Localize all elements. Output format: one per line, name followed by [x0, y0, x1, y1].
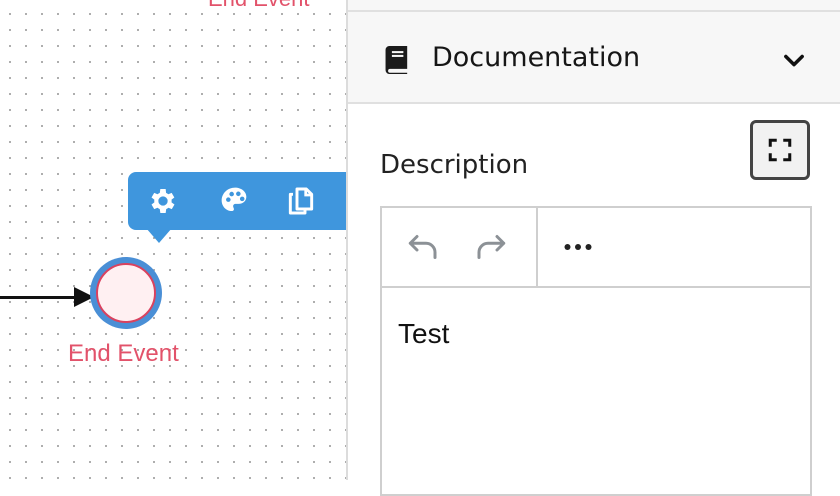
- copy-button[interactable]: [280, 180, 322, 222]
- gear-icon: [151, 189, 175, 213]
- description-text[interactable]: Test: [398, 318, 449, 350]
- end-event-selected[interactable]: [90, 257, 162, 329]
- redo-icon: [477, 235, 506, 259]
- chevron-down-icon[interactable]: [780, 46, 808, 74]
- redo-button[interactable]: [470, 226, 512, 268]
- diagram-canvas[interactable]: End Event End Event: [0, 0, 346, 480]
- context-toolbar: [128, 172, 346, 230]
- end-event-label[interactable]: End Event: [68, 340, 179, 368]
- undo-button[interactable]: [402, 226, 444, 268]
- book-icon: [385, 46, 408, 74]
- documentation-group-header[interactable]: Documentation: [348, 12, 840, 104]
- more-button[interactable]: [557, 226, 599, 268]
- expand-icon: [768, 138, 792, 162]
- more-icon: [564, 244, 592, 250]
- open-popup-button[interactable]: [750, 120, 810, 180]
- undo-icon: [408, 235, 437, 259]
- editor-toolbar: [382, 208, 810, 288]
- copy-icon: [288, 187, 314, 215]
- sequence-flow[interactable]: [0, 296, 80, 299]
- element-label: End Event: [208, 0, 310, 12]
- end-event-shape[interactable]: [96, 263, 156, 323]
- palette-icon: [221, 187, 247, 211]
- settings-button[interactable]: [142, 180, 184, 222]
- group-title: Documentation: [432, 42, 641, 73]
- description-editor: Test: [380, 206, 812, 496]
- color-button[interactable]: [214, 180, 256, 222]
- description-label: Description: [380, 150, 529, 180]
- properties-panel: Documentation Description Test: [348, 0, 840, 496]
- previous-group-footer: [348, 0, 840, 12]
- context-toolbar-pointer: [146, 228, 172, 243]
- toolbar-separator: [536, 208, 538, 286]
